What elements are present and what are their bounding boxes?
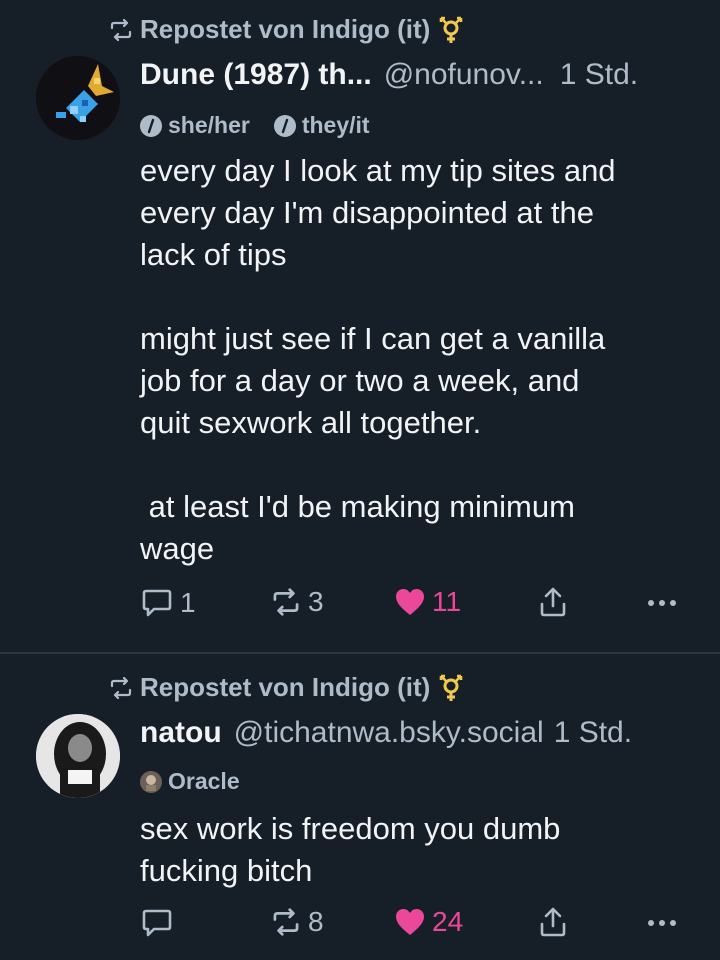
author-display-name[interactable]: Dune (1987) th... (140, 58, 372, 92)
label-text: she/her (168, 112, 250, 138)
share-button[interactable] (538, 586, 568, 618)
like-count: 24 (432, 906, 464, 937)
label-text: Oracle (168, 768, 240, 794)
label-chip[interactable]: she/her (140, 112, 250, 139)
repost-label[interactable]: Repostet von Indigo (it) (140, 14, 430, 45)
reply-count: 1 (180, 587, 196, 618)
author-display-name[interactable]: natou (140, 716, 222, 750)
avatar-image (36, 714, 120, 798)
author-handle[interactable]: @nofunov... (384, 58, 544, 92)
repost-icon (110, 18, 132, 41)
transgender-symbol-icon (440, 674, 463, 701)
like-button[interactable]: 24 (394, 906, 463, 938)
like-button[interactable]: 11 (394, 586, 461, 618)
feed-post[interactable]: Repostet von Indigo (it) natou @tichatnw… (0, 654, 720, 960)
share-button[interactable] (538, 906, 568, 938)
reply-button[interactable]: 1 (140, 586, 196, 620)
label-text: they/it (301, 112, 370, 138)
repost-count: 8 (308, 906, 324, 937)
repost-count: 3 (308, 586, 324, 617)
label-dot-icon (273, 114, 296, 137)
profile-labels: she/her they/it (140, 112, 394, 139)
avatar[interactable] (36, 56, 120, 140)
repost-label[interactable]: Repostet von Indigo (it) (140, 672, 430, 703)
more-icon (648, 920, 676, 926)
share-icon (540, 907, 566, 937)
reply-icon (142, 589, 172, 617)
post-body-text: every day I look at my tip sites and eve… (140, 153, 616, 566)
label-chip[interactable]: Oracle (140, 768, 240, 795)
repost-icon (273, 908, 299, 936)
repost-icon (110, 676, 132, 699)
label-chip[interactable]: they/it (273, 112, 370, 139)
like-count: 11 (432, 586, 462, 617)
reply-button[interactable] (140, 906, 180, 940)
like-heart-icon (396, 589, 424, 615)
post-timestamp[interactable]: 1 Std. (560, 58, 638, 92)
label-dot-icon (140, 114, 162, 137)
share-icon (540, 587, 566, 617)
avatar[interactable] (36, 714, 120, 798)
feed-post[interactable]: Repostet von Indigo (it) Dune (1987) th.… (0, 0, 720, 652)
like-heart-icon (396, 909, 424, 935)
post-header: Dune (1987) th... @nofunov... 1 Std. (140, 58, 638, 92)
author-handle[interactable]: @tichatnwa.bsky.social (234, 716, 544, 750)
avatar-image (36, 56, 120, 140)
profile-labels: Oracle (140, 768, 264, 795)
post-actions: 8 24 (140, 906, 685, 946)
repost-indicator: Repostet von Indigo (it) (108, 14, 470, 45)
more-button[interactable] (648, 920, 676, 926)
transgender-symbol-icon (440, 16, 463, 43)
post-timestamp[interactable]: 1 Std. (554, 716, 632, 750)
repost-indicator: Repostet von Indigo (it) (108, 672, 470, 703)
post-header: natou @tichatnwa.bsky.social 1 Std. (140, 716, 632, 750)
more-button[interactable] (648, 600, 676, 606)
repost-button[interactable]: 3 (270, 586, 324, 618)
repost-icon (273, 588, 299, 616)
repost-button[interactable]: 8 (270, 906, 324, 938)
post-actions: 1 3 11 (140, 586, 685, 626)
label-avatar-icon (140, 770, 162, 793)
post-body-text: sex work is freedom you dumb fucking bit… (140, 811, 561, 888)
more-icon (648, 600, 676, 606)
reply-icon (142, 909, 172, 937)
